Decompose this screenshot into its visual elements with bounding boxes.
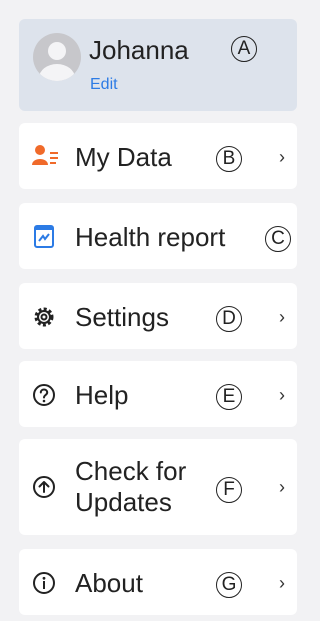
menu-item-about[interactable]: About G › [19, 549, 297, 615]
marker-e: E [216, 384, 242, 410]
update-icon [31, 474, 57, 505]
marker-a: A [231, 36, 257, 62]
profile-name: Johanna [89, 35, 189, 65]
marker-f: F [216, 477, 242, 503]
chevron-right-icon: › [279, 477, 285, 497]
chevron-right-icon: › [279, 147, 285, 167]
menu-item-help[interactable]: Help E › [19, 361, 297, 427]
menu-item-label: Health report [75, 222, 226, 252]
menu-item-label: Settings [75, 302, 169, 332]
avatar [33, 33, 81, 81]
info-icon [31, 570, 57, 601]
person-list-icon [31, 143, 61, 174]
chevron-right-icon: › [279, 307, 285, 327]
profile-card[interactable]: Johanna Edit A [19, 19, 297, 111]
marker-c: C [265, 226, 291, 252]
health-report-icon [31, 224, 57, 255]
help-icon [31, 382, 57, 413]
gear-icon [31, 304, 57, 335]
edit-profile-link[interactable]: Edit [90, 76, 118, 94]
menu-item-label-line2: Updates [75, 487, 172, 517]
menu-item-label: My Data [75, 142, 172, 172]
menu-item-check-for-updates[interactable]: Check for Updates F › [19, 439, 297, 535]
menu-item-health-report[interactable]: Health report C [19, 203, 297, 269]
chevron-right-icon: › [279, 385, 285, 405]
menu-item-label: About [75, 568, 143, 598]
marker-g: G [216, 572, 242, 598]
menu-item-my-data[interactable]: My Data B › [19, 123, 297, 189]
chevron-right-icon: › [279, 573, 285, 593]
marker-d: D [216, 306, 242, 332]
menu-item-label: Help [75, 380, 129, 410]
menu-item-label-line1: Check for [75, 456, 187, 486]
marker-b: B [216, 146, 242, 172]
menu-item-settings[interactable]: Settings D › [19, 283, 297, 349]
